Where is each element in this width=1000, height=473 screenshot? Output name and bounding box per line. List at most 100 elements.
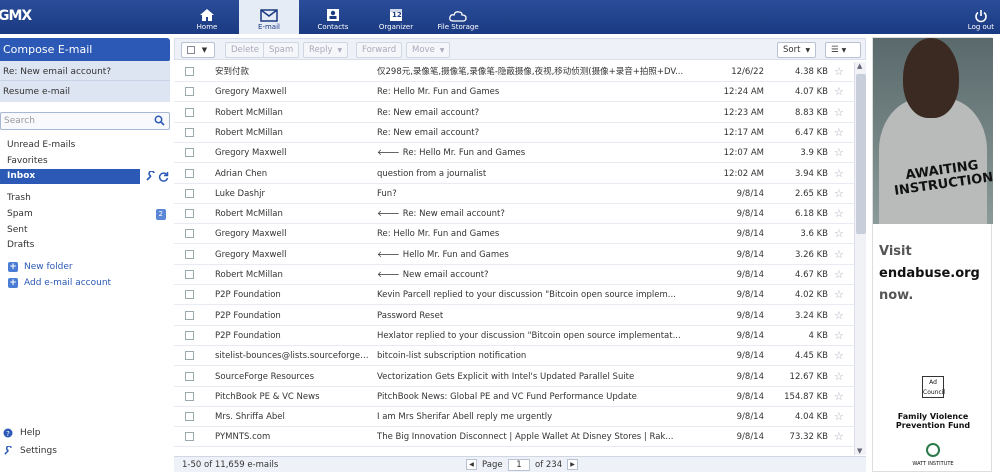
select-all-dropdown[interactable]: ▼ — [181, 42, 215, 58]
star-icon[interactable]: ☆ — [834, 306, 844, 326]
folder-favorites[interactable]: Favorites — [0, 154, 170, 169]
email-row[interactable]: P2P Foundation Kevin Parcell replied to y… — [174, 285, 854, 306]
row-checkbox[interactable] — [185, 270, 194, 279]
search-input[interactable]: Search — [4, 116, 35, 126]
row-checkbox[interactable] — [185, 188, 194, 198]
nav-file-storage[interactable]: File Storage — [434, 0, 482, 34]
move-button[interactable]: Move ▼ — [406, 42, 451, 58]
folder-trash[interactable]: Trash — [0, 191, 170, 206]
folder-unread[interactable]: Unread E-mails — [0, 138, 170, 153]
scrollbar-thumb[interactable] — [856, 74, 866, 234]
star-icon[interactable]: ☆ — [834, 346, 844, 366]
email-row[interactable]: sitelist-bounces@lists.sourceforge.... bi… — [174, 346, 854, 367]
email-row[interactable]: PitchBook PE & VC News PitchBook News: Gl… — [174, 387, 854, 407]
forward-button[interactable]: Forward — [356, 42, 403, 58]
nav-contacts[interactable]: Contacts — [313, 0, 353, 34]
email-row[interactable]: Gregory Maxwell Re: Hello Mr. Fun and Gam… — [174, 82, 854, 103]
add-email-account-link[interactable]: + Add e-mail account — [8, 278, 111, 288]
star-icon[interactable]: ☆ — [834, 245, 844, 265]
logout-button[interactable]: Log out — [968, 0, 994, 34]
settings-label: Settings — [20, 446, 57, 456]
row-checkbox[interactable] — [185, 229, 194, 239]
email-row[interactable]: P2P Foundation Password Reset 9/8/14 3.24 K… — [174, 306, 854, 326]
reply-button[interactable]: Reply ▼ — [303, 42, 349, 58]
email-row[interactable]: Luke Dashjr Fun? 9/8/14 2.65 KB ☆ — [174, 184, 854, 204]
row-checkbox[interactable] — [185, 107, 194, 117]
settings-link[interactable]: Settings — [3, 446, 57, 456]
folder-inbox[interactable]: Inbox — [0, 169, 140, 184]
row-checkbox[interactable] — [185, 249, 194, 259]
email-row[interactable]: Gregory Maxwell 🡐 Hello Mr. Fun and Games 9… — [174, 245, 854, 265]
email-row[interactable]: Robert McMillan 🡐 New email account? 9/8/14… — [174, 265, 854, 285]
search-icon[interactable] — [154, 115, 165, 126]
row-checkbox[interactable] — [185, 87, 194, 97]
compose-email-button[interactable]: Compose E-mail — [0, 38, 170, 62]
delete-button[interactable]: Delete — [225, 42, 265, 58]
email-row[interactable]: Gregory Maxwell 🡐 Re: Hello Mr. Fun and Ga… — [174, 143, 854, 164]
scroll-down-arrow[interactable]: ▼ — [857, 447, 862, 455]
help-link[interactable]: ? Help — [3, 428, 41, 438]
email-row[interactable]: Gregory Maxwell Re: Hello Mr. Fun and Gam… — [174, 224, 854, 245]
row-checkbox[interactable] — [185, 330, 194, 340]
scroll-up-arrow[interactable]: ▲ — [857, 62, 862, 70]
advertisement[interactable]: AWAITING INSTRUCTIONS. Visit endabuse.or… — [872, 37, 993, 472]
spam-button[interactable]: Spam — [263, 42, 300, 58]
star-icon[interactable]: ☆ — [834, 285, 844, 305]
star-icon[interactable]: ☆ — [834, 407, 844, 427]
list-view-icon: ☰ — [831, 45, 839, 55]
email-row[interactable]: SourceForge Resources Vectorization Gets … — [174, 367, 854, 387]
gmx-logo[interactable]: GMX — [0, 8, 32, 24]
sort-button[interactable]: Sort ▼ — [777, 42, 817, 58]
star-icon[interactable]: ☆ — [834, 62, 844, 82]
star-icon[interactable]: ☆ — [834, 265, 844, 285]
folder-sent[interactable]: Sent — [0, 223, 170, 238]
next-page-button[interactable]: ▶ — [567, 459, 578, 470]
row-checkbox[interactable] — [185, 67, 194, 76]
wrench-icon[interactable] — [145, 171, 156, 182]
email-row[interactable]: Robert McMillan 🡐 Re: New email account? 9/… — [174, 204, 854, 225]
row-checkbox[interactable] — [185, 209, 194, 219]
row-checkbox[interactable] — [185, 148, 194, 158]
star-icon[interactable]: ☆ — [834, 387, 844, 407]
refresh-icon[interactable] — [158, 171, 169, 182]
star-icon[interactable]: ☆ — [834, 427, 844, 447]
star-icon[interactable]: ☆ — [834, 164, 844, 184]
row-checkbox[interactable] — [185, 168, 194, 178]
prev-page-button[interactable]: ◀ — [466, 459, 477, 470]
email-row[interactable]: Mrs. Shriffa Abel I am Mrs Sherifar Abell… — [174, 407, 854, 428]
row-checkbox[interactable] — [185, 310, 194, 320]
star-icon[interactable]: ☆ — [834, 82, 844, 102]
resume-email-item[interactable]: Resume e-mail — [0, 80, 170, 102]
email-row[interactable]: PYMNTS.com The Big Innovation Disconnect … — [174, 427, 854, 448]
star-icon[interactable]: ☆ — [834, 143, 844, 163]
row-checkbox[interactable] — [185, 127, 194, 137]
row-checkbox[interactable] — [185, 412, 194, 422]
folder-spam[interactable]: Spam 2 — [0, 207, 170, 222]
email-row[interactable]: P2P Foundation Hexlator replied to your d… — [174, 326, 854, 346]
row-checkbox[interactable] — [185, 351, 194, 361]
page-input[interactable]: 1 — [508, 459, 530, 471]
row-checkbox[interactable] — [185, 432, 194, 442]
star-icon[interactable]: ☆ — [834, 123, 844, 143]
row-checkbox[interactable] — [185, 391, 194, 401]
search-box[interactable]: Search — [0, 112, 170, 130]
star-icon[interactable]: ☆ — [834, 224, 844, 244]
row-checkbox[interactable] — [185, 371, 194, 381]
email-row[interactable]: Robert McMillan Re: New email account? 12:… — [174, 103, 854, 123]
nav-email[interactable]: E-mail — [239, 0, 299, 34]
star-icon[interactable]: ☆ — [834, 204, 844, 224]
email-row[interactable]: Adrian Chen question from a journalist 12:… — [174, 164, 854, 184]
nav-home[interactable]: Home — [192, 0, 222, 34]
folder-drafts[interactable]: Drafts — [0, 238, 170, 253]
email-subject: bitcoin-list subscription notification — [377, 346, 692, 366]
list-scrollbar[interactable]: ▲ ▼ — [854, 62, 866, 455]
star-icon[interactable]: ☆ — [834, 367, 844, 387]
new-folder-link[interactable]: + New folder — [8, 262, 73, 272]
view-options-button[interactable]: ☰ ▼ — [825, 42, 861, 58]
star-icon[interactable]: ☆ — [834, 184, 844, 204]
star-icon[interactable]: ☆ — [834, 326, 844, 346]
email-row[interactable]: Robert McMillan Re: New email account? 12:… — [174, 123, 854, 143]
star-icon[interactable]: ☆ — [834, 103, 844, 123]
email-row[interactable]: 安到付款 仅298元,录像笔,摄像笔,录像笔-隐蔽摄像,夜视,移动侦测(摄像+录音… — [174, 62, 854, 82]
row-checkbox[interactable] — [185, 290, 194, 300]
